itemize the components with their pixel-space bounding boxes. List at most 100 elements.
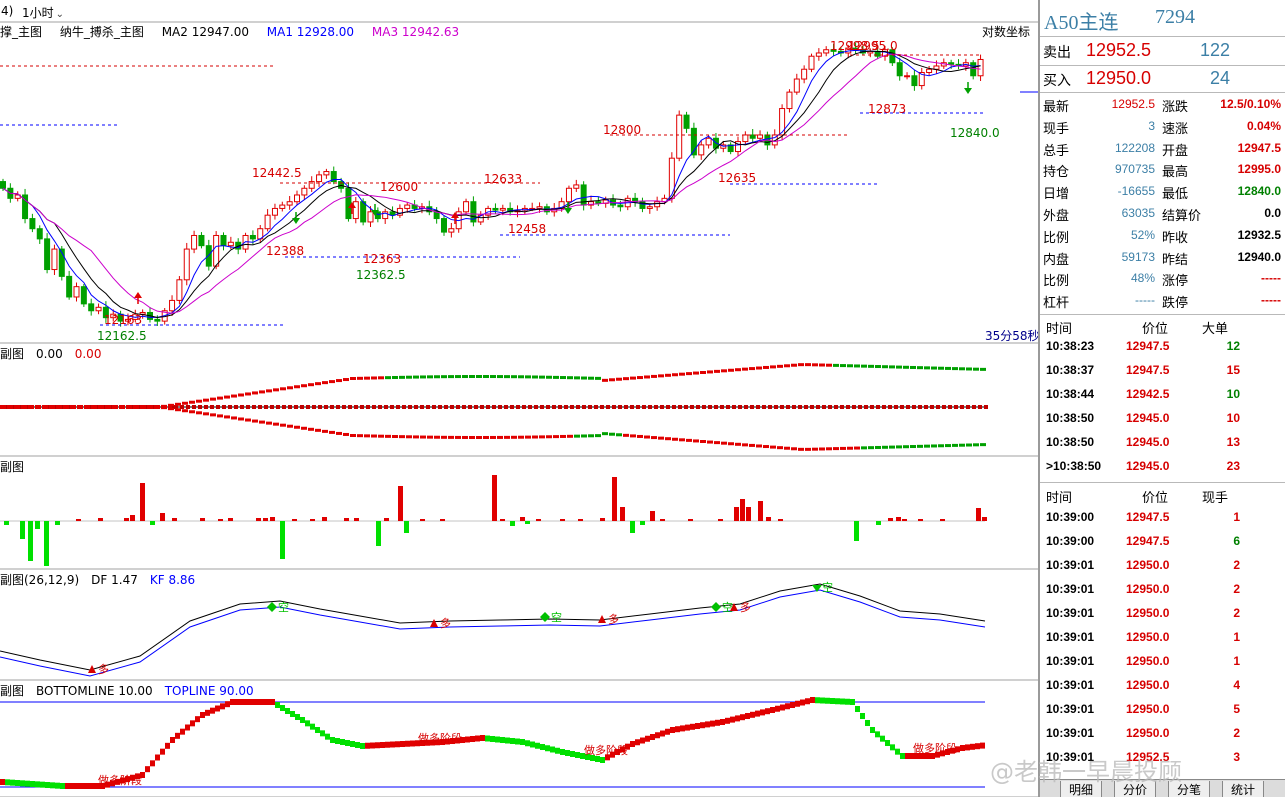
main-indicator-name2[interactable]: 纳牛_搏杀_主图 [60, 25, 144, 39]
sub1-upper-step [952, 367, 958, 371]
sub1-zero-dot [894, 405, 898, 409]
period-selector[interactable]: 1小时 ⌄ [22, 4, 64, 21]
stat-value: ----- [1135, 293, 1155, 308]
sub1-upper-step [630, 376, 636, 380]
candle-body [198, 234, 205, 247]
sub3-df: DF 1.47 [91, 573, 138, 587]
trade-size: 12 [1226, 339, 1240, 353]
sub1-upper-step [385, 376, 391, 380]
trade-row[interactable]: 10:38:23 12947.5 12 [1040, 334, 1285, 358]
stat-label: 涨跌 [1162, 99, 1189, 114]
sub1-zero-dot [972, 405, 976, 409]
sub4-step [55, 782, 60, 789]
sub3-name[interactable]: 副图(26,12,9) [0, 573, 79, 587]
sub1-lower-step [98, 406, 104, 409]
sub1-lower-step [728, 442, 734, 446]
trade-price: 12947.5 [1126, 339, 1170, 353]
stat-label: 昨结 [1162, 251, 1189, 267]
sub4-step [500, 737, 505, 743]
volume-bar [758, 501, 763, 521]
candle-body [279, 204, 286, 209]
sub1-upper-step [252, 391, 258, 395]
sub4-step [20, 780, 25, 787]
main-indicator-name[interactable]: 撑_主图 [0, 25, 42, 39]
volume-bar [398, 486, 403, 521]
sub1-zero-dot [186, 405, 190, 409]
sub1-lower-step [721, 441, 727, 445]
duo-signal-icon [430, 619, 438, 627]
sub4-step [885, 740, 890, 746]
trade-row[interactable]: >10:38:50 12945.0 23 [1040, 454, 1285, 478]
volume-bar [263, 518, 268, 521]
sub1-upper-step [224, 395, 230, 399]
sub1-upper-step [364, 376, 370, 380]
sub1-upper-step [812, 363, 818, 367]
trade-price: 12950.0 [1126, 678, 1170, 692]
sub1-lower-step [126, 406, 132, 409]
sub1-zero-dot [594, 405, 598, 409]
trade-row[interactable]: 10:38:50 12945.0 13 [1040, 430, 1285, 454]
sub4-step [775, 705, 780, 712]
trade-row[interactable]: 10:39:01 12950.0 1 [1040, 625, 1285, 649]
trade-row[interactable]: 10:39:01 12950.0 1 [1040, 649, 1285, 673]
sub1-upper-step [574, 376, 580, 380]
kline-chart[interactable]: 12998.512995.01287312840.012800126351263… [0, 0, 1038, 797]
sell-volume: 122 [1199, 40, 1230, 60]
trade-row[interactable]: 10:39:01 12950.0 2 [1040, 553, 1285, 577]
sub4-step [275, 702, 280, 708]
sub4-name[interactable]: 副图 [0, 684, 24, 698]
trade-row[interactable]: 10:38:50 12945.0 10 [1040, 406, 1285, 430]
log-axis-toggle[interactable]: 对数坐标 [982, 23, 1030, 40]
sub4-step [85, 783, 90, 789]
sub4-step [90, 783, 95, 789]
sub4-step [835, 698, 840, 705]
sub1-upper-step [854, 364, 860, 368]
sub2-legend: 副图 [0, 458, 36, 475]
period-tab-prev[interactable]: 4) [1, 4, 13, 18]
trade-row[interactable]: 10:39:01 12950.0 2 [1040, 601, 1285, 625]
sub1-zero-dot [522, 405, 526, 409]
sub1-zero-dot [684, 405, 688, 409]
sub1-zero-dot [396, 405, 400, 409]
stage-label-3: 做多阶段 [913, 741, 957, 755]
sub1-upper-step [427, 375, 433, 379]
trade-time: 10:39:01 [1046, 654, 1095, 668]
candle-body [441, 218, 447, 233]
sub1-zero-dot [342, 405, 346, 409]
trade-row[interactable]: 10:39:01 12950.0 2 [1040, 577, 1285, 601]
sub1-upper-step [210, 397, 216, 401]
volume-bar [200, 518, 205, 521]
trade-row[interactable]: 10:38:37 12947.5 15 [1040, 358, 1285, 382]
sub1-zero-dot [540, 405, 544, 409]
sub1-upper-step [294, 385, 300, 389]
stat-value: 48% [1130, 271, 1155, 286]
sub1-zero-dot [942, 405, 946, 409]
trade-row[interactable]: 10:39:00 12947.5 1 [1040, 505, 1285, 529]
sub4-step [15, 780, 20, 786]
sub1-zero-dot [282, 405, 286, 409]
trade-row[interactable]: 10:39:00 12947.5 6 [1040, 529, 1285, 553]
volume-bar [130, 515, 135, 521]
trade-row[interactable]: 10:39:01 12950.0 5 [1040, 697, 1285, 721]
sub4-step [35, 781, 40, 788]
sub4-step [400, 741, 405, 747]
tab-3[interactable]: 统计 [1222, 781, 1265, 797]
sub1-name[interactable]: 副图 [0, 347, 24, 361]
signal-arrow-2 [564, 208, 572, 214]
sub2-name[interactable]: 副图 [0, 460, 24, 474]
signal-arrow-5 [134, 292, 142, 298]
trade-row[interactable]: 10:38:44 12942.5 10 [1040, 382, 1285, 406]
volume-bar [520, 517, 525, 521]
volume-bar [630, 521, 635, 533]
chevron-down-icon[interactable]: ⌄ [56, 9, 64, 20]
trade-size: 15 [1226, 363, 1240, 377]
sub4-step [270, 699, 275, 705]
sub1-lower-step [14, 406, 20, 409]
volume-bar [510, 521, 515, 526]
sub1-upper-step [756, 366, 762, 370]
trade-row[interactable]: 10:39:01 12950.0 2 [1040, 721, 1285, 745]
instrument-code: 7294 [1155, 6, 1195, 28]
volume-bar [740, 499, 745, 521]
sub1-zero-dot [774, 405, 778, 409]
trade-row[interactable]: 10:39:01 12950.0 4 [1040, 673, 1285, 697]
